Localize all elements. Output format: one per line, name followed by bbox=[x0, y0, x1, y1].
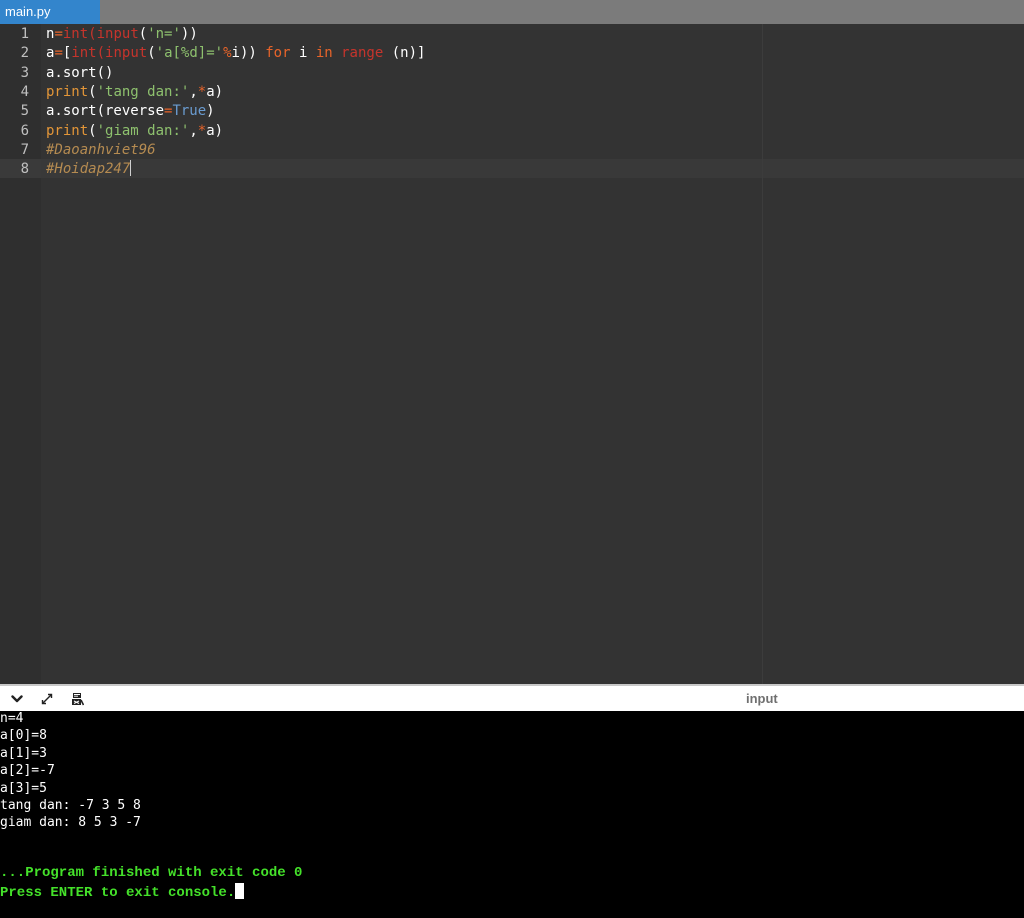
code-token: a.sort() bbox=[46, 64, 114, 81]
clear-console-icon[interactable] bbox=[69, 691, 85, 707]
code-token: input bbox=[96, 26, 139, 42]
code-text: #Daoanhviet96 bbox=[46, 141, 156, 160]
program-finished-status: ...Program finished with exit code 0 bbox=[0, 865, 303, 881]
code-token: = bbox=[54, 45, 63, 62]
code-token: ( bbox=[138, 26, 148, 42]
code-text: a=[int(input('a[%d]='%i)) for i in range… bbox=[46, 44, 425, 63]
code-token: ( bbox=[96, 45, 106, 62]
code-text: print('giam dan:',*a) bbox=[46, 122, 223, 141]
console-line: a[2]=-7 bbox=[0, 763, 55, 779]
console-line: a[3]=5 bbox=[0, 780, 47, 796]
code-token: 'tang dan:' bbox=[96, 83, 190, 100]
code-token: ) bbox=[206, 103, 215, 120]
code-line[interactable]: 8 #Hoidap247 bbox=[0, 160, 1024, 179]
code-token: int bbox=[62, 26, 89, 42]
code-token: i)) bbox=[231, 45, 266, 62]
code-token: ( bbox=[88, 122, 97, 139]
code-line[interactable]: 2 a=[int(input('a[%d]='%i)) for i in rang… bbox=[0, 44, 1024, 63]
line-number: 2 bbox=[20, 45, 29, 62]
line-number: 7 bbox=[20, 141, 29, 158]
line-number: 6 bbox=[20, 122, 29, 139]
code-token: range bbox=[341, 45, 384, 62]
code-token: )) bbox=[180, 26, 198, 42]
online-python-ide: main.py 1 n=int(input('n=')) 2 a=[int(input… bbox=[0, 0, 1024, 918]
line-number: 8 bbox=[20, 161, 29, 178]
line-number: 1 bbox=[20, 26, 29, 42]
code-token: int bbox=[71, 45, 97, 62]
console-line: giam dan: 8 5 3 -7 bbox=[0, 815, 141, 831]
file-tab-bar: main.py bbox=[0, 0, 1024, 24]
code-token: 'n=' bbox=[147, 26, 181, 42]
code-token: % bbox=[223, 45, 232, 62]
code-token: input bbox=[105, 45, 148, 62]
code-token: #Daoanhviet96 bbox=[46, 141, 156, 158]
code-token: a) bbox=[206, 122, 224, 139]
console-toolbar: input bbox=[0, 684, 1024, 711]
code-token: ( bbox=[88, 83, 97, 100]
press-enter-prompt: Press ENTER to exit console. bbox=[0, 882, 245, 902]
code-token: a.sort(reverse bbox=[46, 103, 165, 120]
code-line[interactable]: 3 a.sort() bbox=[0, 64, 1024, 83]
code-token: * bbox=[197, 122, 207, 139]
code-line[interactable]: 5 a.sort(reverse=True) bbox=[0, 102, 1024, 121]
code-token: for bbox=[265, 45, 291, 62]
code-token: print bbox=[46, 83, 89, 100]
console-line: a[1]=3 bbox=[0, 745, 47, 761]
console-line: n=4 bbox=[0, 711, 24, 726]
line-number: 5 bbox=[20, 103, 29, 120]
code-token: , bbox=[189, 83, 198, 100]
code-line[interactable]: 7 #Daoanhviet96 bbox=[0, 141, 1024, 160]
code-token: , bbox=[189, 122, 198, 139]
code-token: 'giam dan:' bbox=[96, 122, 190, 139]
console-line: tang dan: -7 3 5 8 bbox=[0, 798, 141, 813]
code-token: * bbox=[197, 83, 207, 100]
console-line: a[0]=8 bbox=[0, 728, 47, 744]
terminal-cursor bbox=[235, 882, 245, 899]
code-line[interactable]: 1 n=int(input('n=')) bbox=[0, 25, 1024, 44]
code-token: = bbox=[54, 26, 63, 42]
code-text: a.sort() bbox=[46, 64, 113, 83]
code-text: n=int(input('n=')) bbox=[46, 25, 198, 44]
code-token: ( bbox=[147, 45, 156, 62]
code-line[interactable]: 4 print('tang dan:',*a) bbox=[0, 83, 1024, 102]
code-text: #Hoidap247 bbox=[46, 160, 132, 179]
code-token: in bbox=[315, 45, 333, 62]
code-token: (n)] bbox=[383, 45, 426, 62]
console-input-label: input bbox=[746, 691, 778, 706]
console-output[interactable]: n=4 a[0]=8 a[1]=3 a[2]=-7 a[3]=5 tang dan: -7… bbox=[0, 711, 1024, 918]
code-text: print('tang dan:',*a) bbox=[46, 83, 223, 102]
code-token: print bbox=[46, 122, 89, 139]
editor-cursor bbox=[130, 160, 132, 177]
tab-main-py[interactable]: main.py bbox=[0, 0, 100, 24]
code-token: #Hoidap247 bbox=[46, 161, 131, 178]
code-token: True bbox=[172, 103, 207, 120]
line-number: 4 bbox=[20, 83, 29, 100]
line-number: 3 bbox=[20, 64, 29, 81]
code-token: ( bbox=[88, 26, 97, 42]
code-token: a) bbox=[206, 83, 224, 100]
chevron-down-icon[interactable] bbox=[9, 691, 25, 707]
code-line[interactable]: 6 print('giam dan:',*a) bbox=[0, 122, 1024, 141]
code-editor[interactable]: 1 n=int(input('n=')) 2 a=[int(input('a[%d]=… bbox=[0, 24, 1024, 684]
code-token: i bbox=[290, 45, 316, 62]
code-text: a.sort(reverse=True) bbox=[46, 102, 215, 121]
code-token: 'a[%d]=' bbox=[155, 45, 224, 62]
expand-arrows-icon[interactable] bbox=[39, 691, 55, 707]
